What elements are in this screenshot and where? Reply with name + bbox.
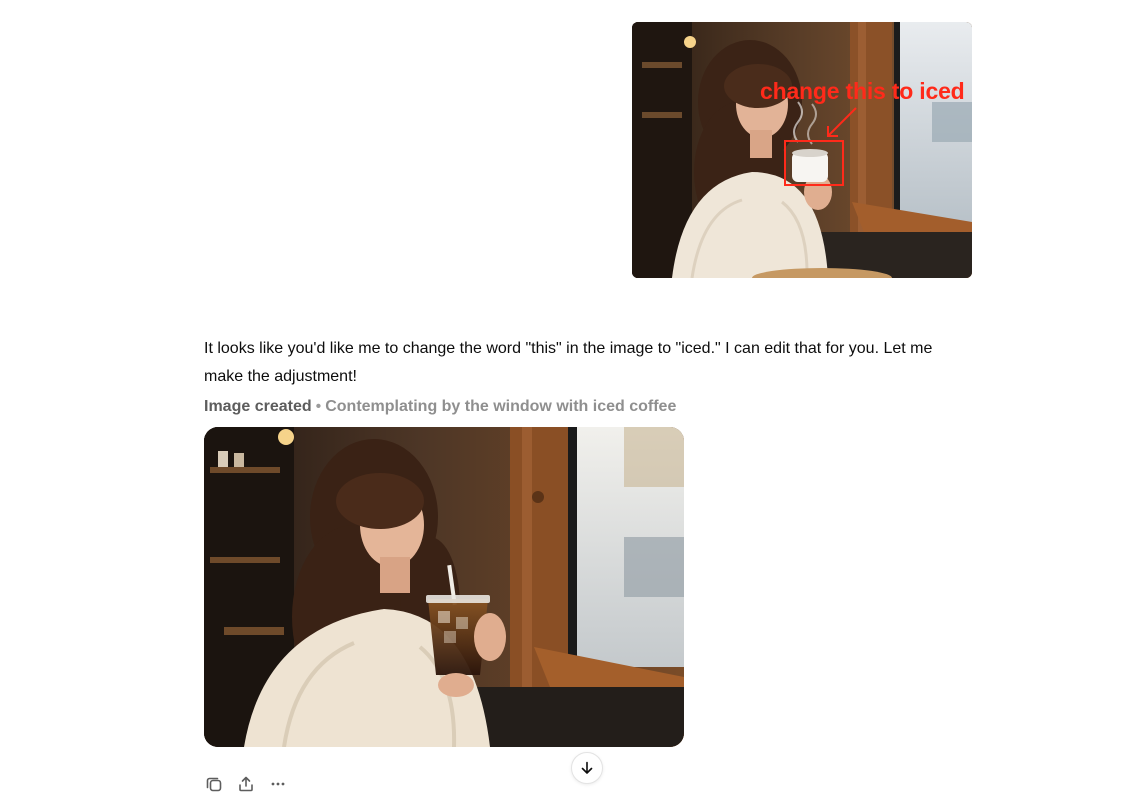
annotation-label: change this to iced — [760, 78, 965, 104]
generated-image-illustration — [204, 427, 684, 747]
share-button[interactable] — [234, 772, 258, 796]
assistant-reply-text: It looks like you'd like me to change th… — [204, 340, 933, 385]
scroll-to-bottom-button[interactable] — [571, 752, 603, 784]
image-status-label: Image created — [204, 398, 312, 415]
annotation-box — [784, 140, 844, 186]
copy-icon — [206, 777, 222, 792]
user-uploaded-image[interactable]: change this to iced — [632, 22, 972, 278]
arrow-down-icon — [581, 761, 593, 774]
chat-page: change this to iced It looks like you'd … — [0, 0, 1138, 803]
message-actions — [202, 772, 290, 796]
image-status-separator: • — [315, 398, 322, 415]
generated-image[interactable] — [204, 427, 684, 747]
share-icon — [239, 776, 253, 792]
image-status: Image created • Contemplating by the windo… — [204, 397, 676, 417]
image-status-caption: Contemplating by the window with iced co… — [325, 398, 677, 415]
more-icon — [271, 782, 285, 786]
copy-button[interactable] — [202, 772, 226, 796]
more-button[interactable] — [266, 772, 290, 796]
annotation-arrow-icon — [827, 107, 857, 137]
